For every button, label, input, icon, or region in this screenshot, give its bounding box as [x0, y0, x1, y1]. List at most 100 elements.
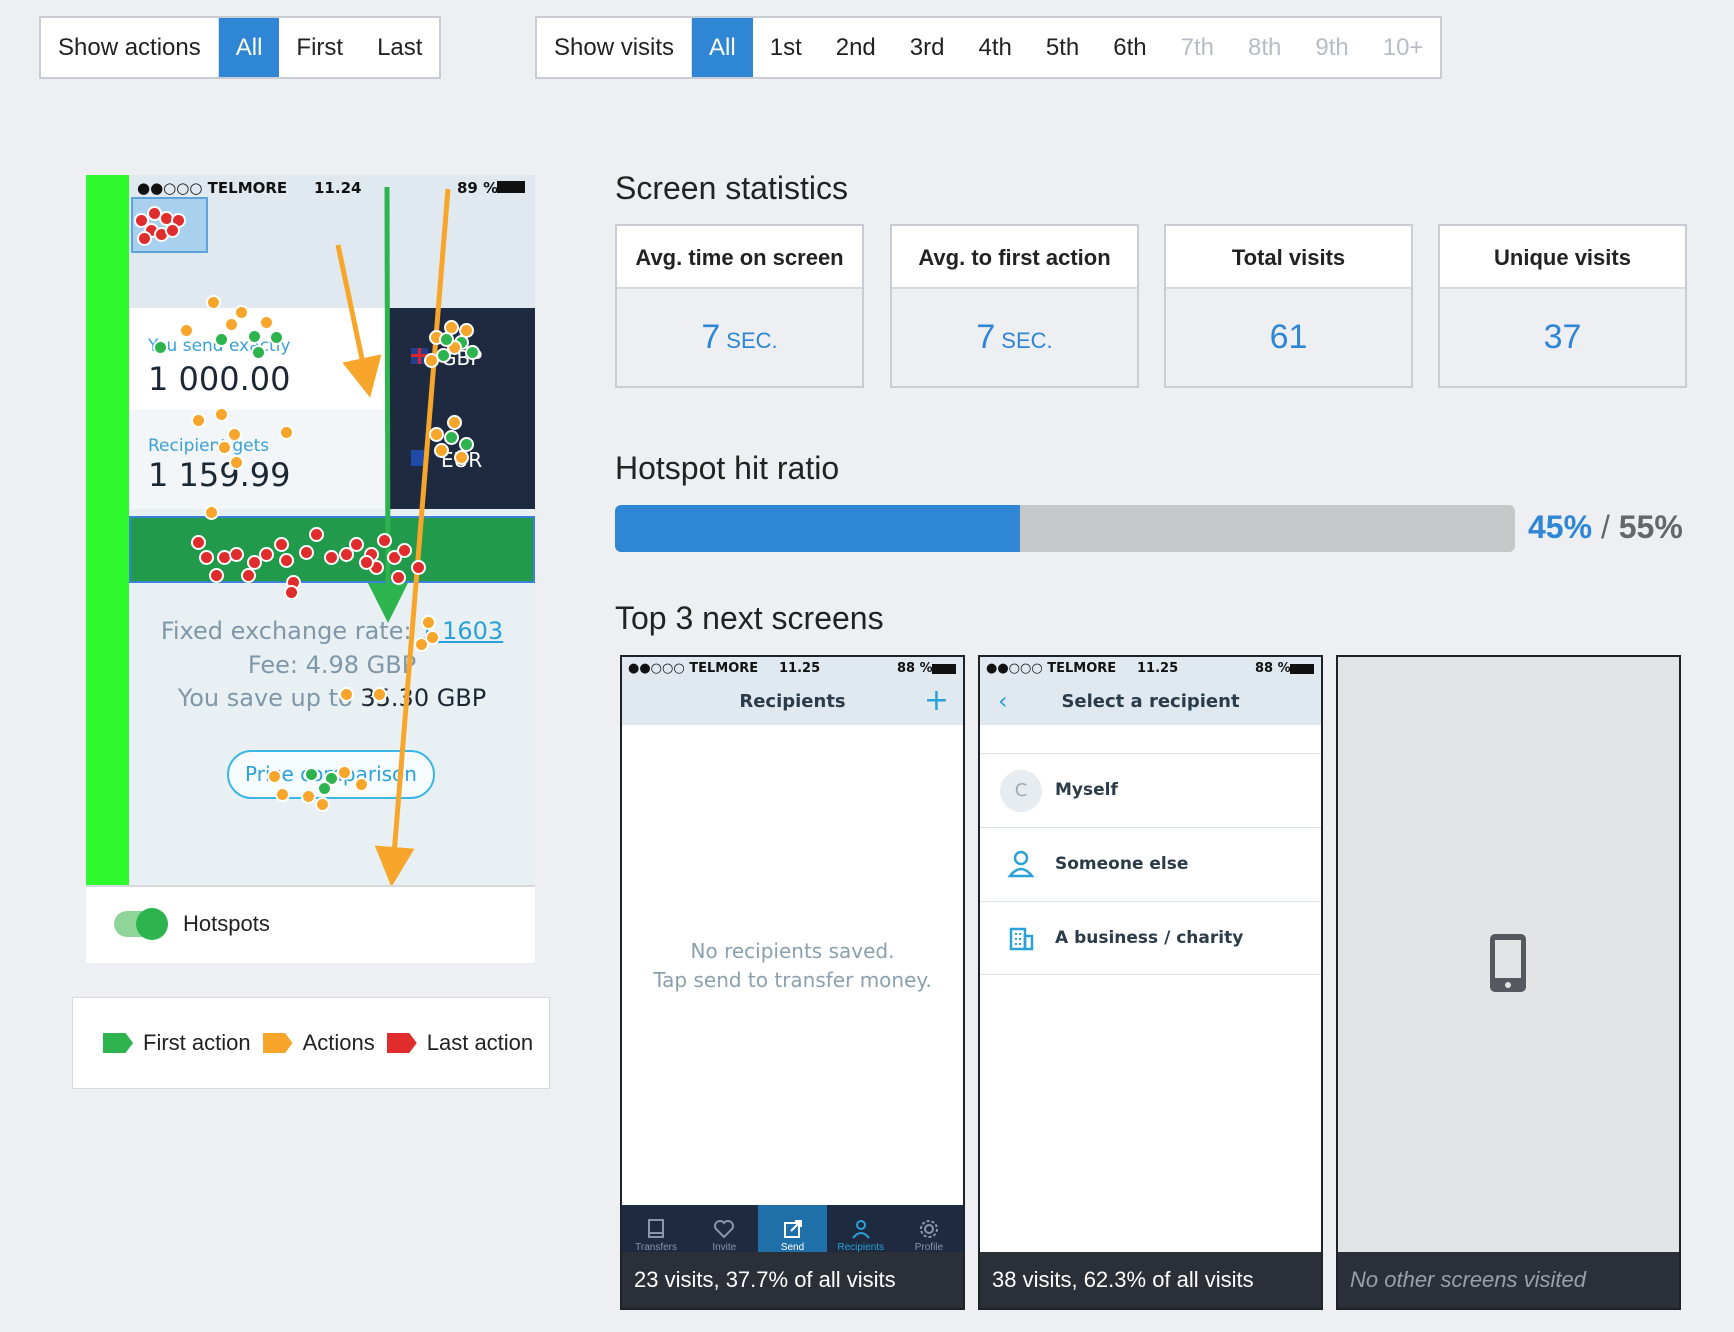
touch-dot: [301, 789, 316, 804]
touch-dot: [204, 505, 219, 520]
touch-dot: [444, 430, 459, 445]
actions-filter-first[interactable]: First: [279, 18, 360, 77]
stat-unique-visits-label: Unique visits: [1440, 226, 1685, 289]
person-icon: [1007, 850, 1035, 878]
stat-avg-first-action-label: Avg. to first action: [892, 226, 1137, 289]
visits-filter-all[interactable]: All: [692, 18, 753, 77]
stat-total-visits: Total visits 61: [1164, 224, 1413, 388]
hit-percent: 45%: [1528, 509, 1593, 545]
legend-last-label: Last action: [426, 1030, 534, 1055]
visits-filter-9th: 9th: [1315, 33, 1349, 61]
battery-icon: [1290, 664, 1314, 674]
recipient-option-label: Myself: [1055, 780, 1118, 800]
touch-dot: [269, 330, 284, 345]
screen-statistics-title: Screen statistics: [615, 170, 848, 206]
gear-icon: [919, 1220, 938, 1238]
empty-state: No recipients saved. Tap send to transfe…: [622, 937, 963, 995]
visits-filter-2nd[interactable]: 2nd: [819, 18, 893, 77]
touch-dot: [259, 315, 274, 330]
hit-ratio-fill: [615, 505, 1020, 552]
stat-avg-first-action-value: 7 SEC.: [976, 318, 1053, 356]
heatmap-panel: ●●○○○ TELMORE 11.24 89 % You send exactl…: [86, 175, 535, 963]
touch-dot: [304, 767, 319, 782]
recipient-option-label: Someone else: [1055, 854, 1189, 874]
book-icon: [648, 1219, 665, 1238]
touch-dot: [299, 545, 314, 560]
visits-filter-6th[interactable]: 6th: [1096, 18, 1163, 77]
touch-dot: [349, 537, 364, 552]
next-screen-card-recipients[interactable]: ●●○○○ TELMORE 11.25 88 % Recipients + No…: [620, 655, 965, 1310]
touch-dot: [153, 340, 168, 355]
heatmap-footer: Hotspots: [86, 885, 535, 963]
status-carrier: ●●○○○ TELMORE: [986, 661, 1117, 676]
stat-avg-time-value: 7 SEC.: [701, 318, 778, 356]
mobile-phone-icon: [1490, 934, 1526, 992]
next-screens-title: Top 3 next screens: [615, 600, 884, 636]
next-screen-header: ●●○○○ TELMORE 11.25 88 % ‹ Select a reci…: [980, 657, 1321, 725]
touch-dot: [191, 535, 206, 550]
miss-percent: 55%: [1618, 509, 1683, 545]
visits-filter-7th: 7th: [1180, 33, 1214, 61]
touch-dot: [434, 443, 449, 458]
tab-send: Send: [758, 1205, 827, 1256]
touch-dot: [229, 455, 244, 470]
send-icon: [783, 1220, 802, 1238]
legend-first-label: First action: [143, 1030, 251, 1055]
status-battery: 88 %: [897, 661, 933, 676]
hotspots-toggle-label: Hotspots: [183, 911, 270, 936]
touch-dot: [317, 781, 332, 796]
action-legend: First action Actions Last action: [72, 997, 550, 1089]
visits-filter-10plus: 10+: [1382, 33, 1424, 61]
visits-filter-4th[interactable]: 4th: [961, 18, 1028, 77]
stat-unique-visits-value: 37: [1543, 318, 1582, 356]
actions-filter-label: Show actions: [41, 18, 219, 77]
toggle-knob: [136, 908, 168, 940]
touch-dot: [315, 797, 330, 812]
touch-dot: [267, 769, 282, 784]
touch-dot: [206, 295, 221, 310]
status-battery: 88 %: [1255, 661, 1291, 676]
stat-total-visits-value: 61: [1269, 318, 1308, 356]
hotspots-toggle[interactable]: [114, 908, 168, 940]
touch-dot: [411, 560, 426, 575]
touch-dot: [447, 415, 462, 430]
recipient-option-someone-else: Someone else: [980, 827, 1321, 901]
actions-filter-last[interactable]: Last: [360, 18, 439, 77]
ratio-separator: /: [1600, 509, 1610, 545]
touch-dot: [275, 787, 290, 802]
touch-dot: [309, 527, 324, 542]
touch-dot: [439, 332, 454, 347]
tab-bar: Transfers Invite Send Recipients Profile: [622, 1205, 963, 1256]
touch-dot: [377, 533, 392, 548]
touch-dot: [191, 413, 206, 428]
touch-dot: [391, 570, 406, 585]
heatmap-screen: ●●○○○ TELMORE 11.24 89 % You send exactl…: [129, 175, 535, 885]
next-screen-card-select-recipient[interactable]: ●●○○○ TELMORE 11.25 88 % ‹ Select a reci…: [978, 655, 1323, 1310]
recipient-option-business: A business / charity: [980, 901, 1321, 975]
red-tag-icon: [386, 1033, 417, 1053]
touch-dot: [454, 450, 469, 465]
tab-recipients: Recipients: [827, 1205, 895, 1256]
visits-filter-5th[interactable]: 5th: [1029, 18, 1096, 77]
visits-filter-3rd[interactable]: 3rd: [893, 18, 962, 77]
next-screen-card-empty: No other screens visited: [1336, 655, 1681, 1310]
touch-dot: [274, 537, 289, 552]
actions-filter-bar: Show actions All First Last: [39, 16, 442, 79]
avatar-initial: C: [1000, 770, 1042, 812]
next-screen-caption: 38 visits, 62.3% of all visits: [980, 1252, 1321, 1308]
screen-title: Select a recipient: [1061, 691, 1240, 712]
stat-total-visits-label: Total visits: [1166, 226, 1411, 289]
touch-dot: [214, 407, 229, 422]
visits-filter-1st[interactable]: 1st: [753, 18, 819, 77]
touch-dot: [421, 615, 436, 630]
touch-dot: [259, 547, 274, 562]
touch-dot: [279, 425, 294, 440]
empty-line-1: No recipients saved.: [690, 939, 895, 963]
legend-actions-label: Actions: [302, 1030, 375, 1055]
next-screen-header: ●●○○○ TELMORE 11.25 88 % Recipients +: [622, 657, 963, 725]
actions-filter-all[interactable]: All: [218, 18, 280, 77]
touch-dot: [354, 777, 369, 792]
touch-dot: [247, 329, 262, 344]
touch-dot: [279, 553, 294, 568]
visits-filter-8th: 8th: [1247, 33, 1282, 61]
